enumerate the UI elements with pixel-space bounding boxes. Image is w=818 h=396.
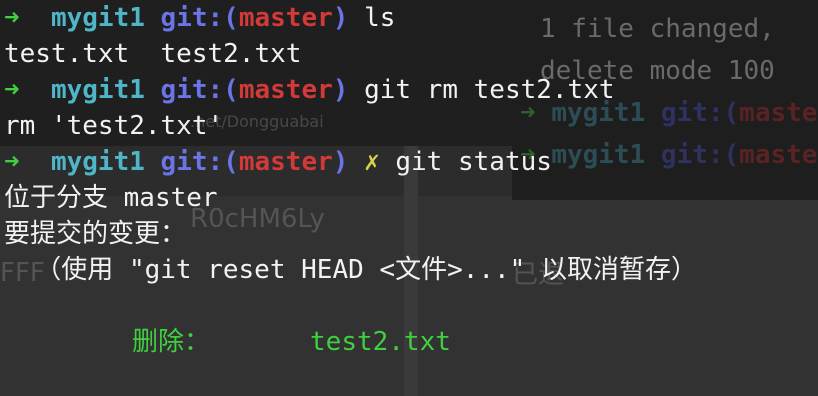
prompt-branch: master bbox=[238, 3, 333, 33]
prompt-git-suffix: ) bbox=[332, 3, 349, 33]
prompt-git-suffix: ) bbox=[332, 147, 349, 177]
terminal-output[interactable]: ➜ mygit1 git:(master) ls test.txt test2.… bbox=[4, 0, 818, 360]
deleted-filename: test2.txt bbox=[310, 327, 451, 357]
dirty-mark-icon: ✗ bbox=[364, 147, 380, 177]
prompt-directory: mygit1 bbox=[50, 75, 145, 105]
deleted-label: 删除： bbox=[132, 327, 211, 357]
prompt-arrow-icon: ➜ bbox=[4, 3, 20, 33]
prompt-git-prefix: git:( bbox=[160, 147, 239, 177]
output-line: 要提交的变更： bbox=[4, 219, 187, 249]
output-line: rm 'test2.txt' bbox=[4, 111, 224, 141]
output-line: test.txt test2.txt bbox=[4, 39, 302, 69]
prompt-directory: mygit1 bbox=[50, 147, 145, 177]
prompt-git-suffix: ) bbox=[332, 75, 349, 105]
prompt-line: ➜ mygit1 git:(master) git rm test2.txt bbox=[4, 72, 818, 108]
command-text: git status bbox=[395, 147, 552, 177]
prompt-branch: master bbox=[238, 147, 333, 177]
prompt-directory: mygit1 bbox=[50, 3, 145, 33]
prompt-git-prefix: git:( bbox=[160, 3, 239, 33]
prompt-arrow-icon: ➜ bbox=[4, 75, 20, 105]
command-text: ls bbox=[364, 3, 396, 33]
prompt-git-prefix: git:( bbox=[160, 75, 239, 105]
command-text: git rm test2.txt bbox=[364, 75, 615, 105]
deleted-file-line: 删除： test2.txt bbox=[4, 324, 818, 360]
prompt-line: ➜ mygit1 git:(master) ✗ git status bbox=[4, 144, 818, 180]
prompt-arrow-icon: ➜ bbox=[4, 147, 20, 177]
prompt-branch: master bbox=[238, 75, 333, 105]
prompt-line: ➜ mygit1 git:(master) ls bbox=[4, 0, 818, 36]
output-line: （使用 "git reset HEAD <文件>..." 以取消暂存） bbox=[4, 255, 697, 285]
output-line: 位于分支 master bbox=[4, 183, 218, 213]
